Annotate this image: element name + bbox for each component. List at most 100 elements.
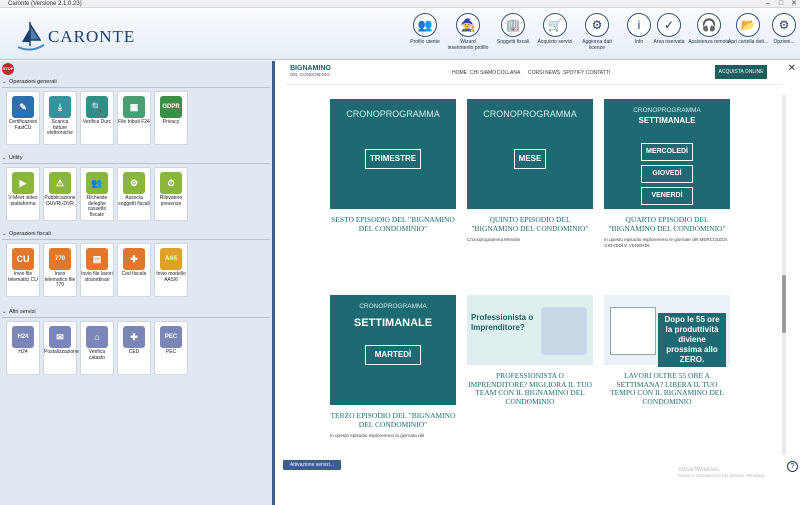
post-title[interactable]: QUARTO EPISODIO DEL "BIGNAMINO DEL CONDO… xyxy=(604,215,730,233)
toolbar-button-building[interactable]: 🏢 Soggetti fiscali xyxy=(492,10,534,58)
post-image-title: CRONOPROGRAMMA xyxy=(359,303,427,310)
post-image[interactable]: CRONOPROGRAMMA SETTIMANALE MERCOLEDÌ GIOVED… xyxy=(604,99,730,209)
service-card[interactable]: ⏱ Rilevatore presenze xyxy=(154,167,188,221)
service-icon: ⏱ xyxy=(160,172,182,194)
nav-item[interactable]: COLLANA xyxy=(497,70,520,76)
nav-item[interactable]: CHI SIAMO xyxy=(470,70,496,76)
toolbar-button-label: Wizard inserimento profilo xyxy=(447,39,489,51)
post-description: Cronoprogramma Mensile xyxy=(467,237,521,242)
close-icon[interactable]: ✕ xyxy=(788,63,796,74)
maximize-button[interactable]: □ xyxy=(775,0,787,8)
service-card[interactable]: PEC PEC xyxy=(154,321,188,375)
post-card[interactable]: CRONOPROGRAMMA MESE QUINTO EPISODIO DEL "B… xyxy=(467,99,593,243)
post-image[interactable]: CRONOPROGRAMMA MESE xyxy=(467,99,593,209)
nav-item[interactable]: SPOTIFY xyxy=(563,70,584,76)
post-title[interactable]: PROFESSIONISTA O IMPRENDITORE? MIGLIORA … xyxy=(467,371,593,406)
chevron-down-icon[interactable]: ⌄ xyxy=(2,231,9,237)
post-card[interactable]: Dopo le 55 ore la produttività diviene p… xyxy=(604,295,730,406)
post-image[interactable]: CRONOPROGRAMMA SETTIMANALE MARTEDÌ xyxy=(330,295,456,405)
service-card[interactable]: H24 H24 xyxy=(6,321,40,375)
service-card[interactable]: CU Invio file telematici CU xyxy=(6,243,40,297)
toolbar-button-users[interactable]: 👥 Profilo utente xyxy=(404,10,446,58)
service-icon: ▦ xyxy=(123,96,145,118)
service-card[interactable]: ✚ CED xyxy=(117,321,151,375)
stop-button[interactable]: STOP xyxy=(2,63,14,75)
service-card[interactable]: ▶ V-Meet video piattaforma xyxy=(6,167,40,221)
chevron-down-icon[interactable]: ⌄ xyxy=(2,309,9,315)
post-title[interactable]: LAVORI OLTRE 55 ORE A SETTIMANA? LIBERA … xyxy=(604,371,730,406)
service-card[interactable]: ✎ Certificazioni FastCU xyxy=(6,91,40,145)
service-label: H24 xyxy=(18,349,28,355)
service-label: Invio file lavori straordinari xyxy=(81,271,113,283)
toolbar-button-cart[interactable]: 🛒 Acquisto servizi xyxy=(534,10,576,58)
scrollbar-thumb[interactable] xyxy=(782,275,786,333)
scrollbar[interactable] xyxy=(782,95,786,455)
window-title: Caronte (Versione 2.1.0.23) xyxy=(8,1,82,7)
nav-item[interactable]: CORSI xyxy=(528,70,544,76)
folder-icon: 📂 xyxy=(736,13,760,37)
license-icon: ⚙ xyxy=(585,13,609,37)
service-card[interactable]: ✉ Postalizzazione xyxy=(43,321,79,375)
site-logo-sub: DEL CONDOMINIO xyxy=(290,72,330,77)
chevron-down-icon[interactable]: ⌄ xyxy=(2,155,9,161)
shop-online-button[interactable]: ACQUISTA ONLINE xyxy=(715,65,767,79)
section-header[interactable]: ⌄ Altri servizi xyxy=(2,309,270,318)
toolbar-button-license[interactable]: ⚙ Aggiorna dati licenze xyxy=(576,10,618,58)
service-card[interactable]: ⚠ Pubblicazione DUVRI-DVR xyxy=(43,167,77,221)
post-image-box: GIOVEDÌ xyxy=(641,165,693,183)
post-title[interactable]: TERZO EPISODIO DEL "BIGNAMINO DEL CONDOM… xyxy=(330,411,456,429)
service-card[interactable]: ▤ Invio file lavori straordinari xyxy=(80,243,114,297)
toolbar-button-wizard[interactable]: 🧙 Wizard inserimento profilo xyxy=(447,10,489,58)
service-card[interactable]: ⤓ Scarica fatture elettroniche xyxy=(43,91,77,145)
post-image[interactable]: Professionista o Imprenditore? xyxy=(467,295,593,365)
section-title: Operazioni fiscali xyxy=(9,231,51,237)
toolbar-button-label: Assistenza remota xyxy=(688,39,730,45)
toolbar-button-gear[interactable]: ⚙ Opzioni... xyxy=(763,10,800,58)
post-image-subtitle: SETTIMANALE xyxy=(353,317,433,329)
toolbar-button-headset[interactable]: 🎧 Assistenza remota xyxy=(688,10,730,58)
post-card[interactable]: CRONOPROGRAMMA TRIMESTRE SESTO EPISODIO DE… xyxy=(330,99,456,233)
post-card[interactable]: CRONOPROGRAMMA SETTIMANALE MERCOLEDÌ GIOVED… xyxy=(604,99,730,249)
service-icon: ▤ xyxy=(86,248,108,270)
service-card[interactable]: AA5 Invio modello AA5/6 xyxy=(154,243,188,297)
service-card[interactable]: ⌂ Verifica catasto xyxy=(80,321,114,375)
nav-item[interactable]: CONTATTI xyxy=(586,70,610,76)
attivazione-servizi-button[interactable]: Attivazione servizi... xyxy=(283,460,341,470)
post-card[interactable]: CRONOPROGRAMMA SETTIMANALE MARTEDÌ TERZO EP… xyxy=(330,295,456,439)
service-card[interactable]: GDPR Privacy xyxy=(154,91,188,145)
service-icon: GDPR xyxy=(160,96,182,118)
service-card[interactable]: 🔍 Verifica Durc xyxy=(80,91,114,145)
minimize-button[interactable]: – xyxy=(762,0,774,8)
service-card[interactable]: ⚙ Associa soggetti fiscali xyxy=(117,167,151,221)
service-icon: ✚ xyxy=(123,326,145,348)
service-icon: ✎ xyxy=(12,96,34,118)
cart-icon: 🛒 xyxy=(543,13,567,37)
service-icon: ⤓ xyxy=(49,96,71,118)
users-icon: 👥 xyxy=(413,13,437,37)
toolbar-button-label: Opzioni... xyxy=(773,39,795,45)
help-icon[interactable]: ? xyxy=(787,461,798,472)
service-icon: 👥 xyxy=(86,172,108,194)
service-card[interactable]: 👥 Richieste deleghe cassetto fiscale xyxy=(80,167,114,221)
section-header[interactable]: ⌄ Operazioni generali xyxy=(2,79,270,88)
nav-item[interactable]: HOME xyxy=(452,70,467,76)
service-label: Invio file telematici CU xyxy=(8,271,38,283)
post-title[interactable]: SESTO EPISODIO DEL "BIGNAMINO DEL CONDOM… xyxy=(330,215,456,233)
nav-item[interactable]: NEWS xyxy=(545,70,560,76)
toolbar-button-monitor-check[interactable]: ✓ Area riservata xyxy=(648,10,690,58)
section-header[interactable]: ⌄ Utility xyxy=(2,155,270,164)
post-image-subtitle: SETTIMANALE xyxy=(638,116,696,125)
post-image[interactable]: Dopo le 55 ore la produttività diviene p… xyxy=(604,295,730,367)
post-image[interactable]: CRONOPROGRAMMA TRIMESTRE xyxy=(330,99,456,209)
section-header[interactable]: ⌄ Operazioni fiscali xyxy=(2,231,270,240)
service-card[interactable]: ✚ Ced fiscale xyxy=(117,243,151,297)
post-title[interactable]: QUINTO EPISODIO DEL "BIGNAMINO DEL CONDO… xyxy=(467,215,593,233)
service-card[interactable]: 770 Invio telematico file 770 xyxy=(43,243,77,297)
service-label: File tributi F24 xyxy=(118,119,150,125)
service-label: Invio telematico file 770 xyxy=(44,271,76,289)
post-card[interactable]: Professionista o Imprenditore? PROFESSION… xyxy=(467,295,593,406)
service-card[interactable]: ▦ File tributi F24 xyxy=(117,91,151,145)
site-logo[interactable]: BIGNAMINO DEL CONDOMINIO xyxy=(290,65,331,77)
close-window-button[interactable]: ✕ xyxy=(788,0,800,8)
chevron-down-icon[interactable]: ⌄ xyxy=(2,79,9,85)
